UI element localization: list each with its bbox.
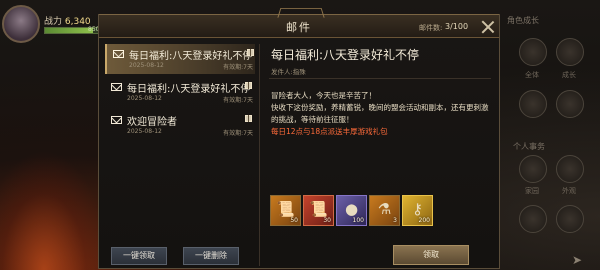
mail-sender: 发件人:指殊 bbox=[271, 68, 306, 76]
mail-item-date: 2025-08-12 bbox=[127, 128, 162, 135]
mail-body-line-1: 冒险者大人，今天也是辛苦了！ bbox=[271, 91, 376, 100]
envelope-icon bbox=[111, 83, 122, 91]
mail-count-value: 3/100 bbox=[445, 22, 469, 31]
reward-item[interactable]: 📜 50 bbox=[270, 195, 301, 226]
growth-button-1[interactable] bbox=[519, 38, 547, 66]
reward-item[interactable]: ● 100 bbox=[336, 195, 367, 226]
mail-dialog: 邮件 邮件数: 3/100 每日福利:八天登录好礼不停 2025-08-12 有… bbox=[98, 8, 500, 269]
affair-button-3[interactable] bbox=[519, 205, 547, 233]
envelope-icon bbox=[111, 116, 122, 124]
reward-qty: 100 bbox=[352, 217, 364, 224]
potion-icon: ⚗ bbox=[377, 200, 392, 218]
mail-body-line-2: 快收下这份奖励，养精蓄锐，晚间的盟会活动和副本，还有更刺激的挑战，等待前往征服！ bbox=[271, 103, 489, 124]
growth-title: 角色成长 bbox=[507, 16, 539, 25]
mail-list-item[interactable]: 每日福利:八天登录好礼不停 2025-08-12 有效期:7天 bbox=[105, 44, 255, 74]
reward-qty: 200 bbox=[418, 217, 430, 224]
mail-list-item[interactable]: 每日福利:八天登录好礼不停 2025-08-12 有效期:7天 bbox=[105, 77, 255, 107]
detail-divider bbox=[269, 78, 491, 79]
attachment-gift-icon bbox=[245, 115, 252, 122]
growth-button-2[interactable] bbox=[556, 38, 584, 66]
close-icon[interactable] bbox=[479, 18, 497, 36]
growth-label-1: 全体 bbox=[525, 71, 539, 79]
mail-item-date: 2025-08-12 bbox=[127, 95, 162, 102]
mail-detail-title: 每日福利:八天登录好礼不停 bbox=[271, 48, 420, 62]
scroll-icon: 📜 bbox=[309, 200, 328, 218]
mail-item-expiry: 有效期:7天 bbox=[223, 130, 253, 137]
growth-label-2: 成长 bbox=[562, 71, 576, 79]
pet-egg-icon: ● bbox=[344, 200, 359, 218]
power-value: 6,340 bbox=[64, 17, 91, 27]
pane-divider bbox=[259, 44, 260, 266]
delete-all-button[interactable]: 一键删除 bbox=[183, 247, 239, 265]
mail-item-date: 2025-08-12 bbox=[129, 62, 164, 69]
power-label: 战力 bbox=[44, 17, 63, 27]
mail-list-item[interactable]: 欢迎冒险者 2025-08-12 有效期:7天 bbox=[105, 110, 255, 140]
key-icon: ⚷ bbox=[412, 200, 423, 218]
mail-item-title: 每日福利:八天登录好礼不停 bbox=[127, 84, 251, 95]
power-display: 战力 6,340 bbox=[44, 14, 91, 27]
reward-qty: 3 bbox=[393, 217, 397, 224]
scroll-icon: 📜 bbox=[276, 200, 295, 218]
mail-list: 每日福利:八天登录好礼不停 2025-08-12 有效期:7天 每日福利:八天登… bbox=[105, 44, 255, 230]
reward-qty: 30 bbox=[323, 217, 331, 224]
affair-button-4[interactable] bbox=[556, 205, 584, 233]
mail-count-label: 邮件数: bbox=[419, 24, 443, 32]
growth-button-4[interactable] bbox=[556, 90, 584, 118]
mail-item-title: 每日福利:八天登录好礼不停 bbox=[129, 51, 253, 62]
title-ornament bbox=[277, 8, 325, 18]
attachment-gift-icon bbox=[245, 82, 252, 89]
attachment-gift-icon bbox=[247, 49, 254, 56]
reward-item[interactable]: 📜 30 bbox=[303, 195, 334, 226]
reward-item[interactable]: ⚗ 3 bbox=[369, 195, 400, 226]
mail-item-title: 欢迎冒险者 bbox=[127, 117, 177, 128]
affair-label-2: 外观 bbox=[562, 187, 576, 195]
claim-all-button[interactable]: 一键领取 bbox=[111, 247, 167, 265]
growth-button-3[interactable] bbox=[519, 90, 547, 118]
personal-affairs-label: 个人事务 bbox=[513, 142, 545, 151]
affair-button-1[interactable] bbox=[519, 155, 547, 183]
envelope-icon bbox=[113, 50, 124, 58]
expand-arrow-icon[interactable]: ➤ bbox=[572, 253, 582, 267]
mail-item-expiry: 有效期:7天 bbox=[223, 64, 253, 71]
mail-body-highlight: 每日12点与18点派送丰厚游戏礼包 bbox=[271, 127, 388, 136]
reward-qty: 50 bbox=[290, 217, 298, 224]
dialog-title-bar: 邮件 邮件数: 3/100 bbox=[99, 8, 499, 38]
player-avatar[interactable] bbox=[2, 5, 40, 43]
affair-label-1: 家园 bbox=[525, 187, 539, 195]
affair-button-2[interactable] bbox=[556, 155, 584, 183]
mail-item-expiry: 有效期:7天 bbox=[223, 97, 253, 104]
reward-item[interactable]: ⚷ 200 bbox=[402, 195, 433, 226]
fire-effect bbox=[0, 150, 110, 270]
claim-button[interactable]: 领取 bbox=[393, 245, 469, 265]
